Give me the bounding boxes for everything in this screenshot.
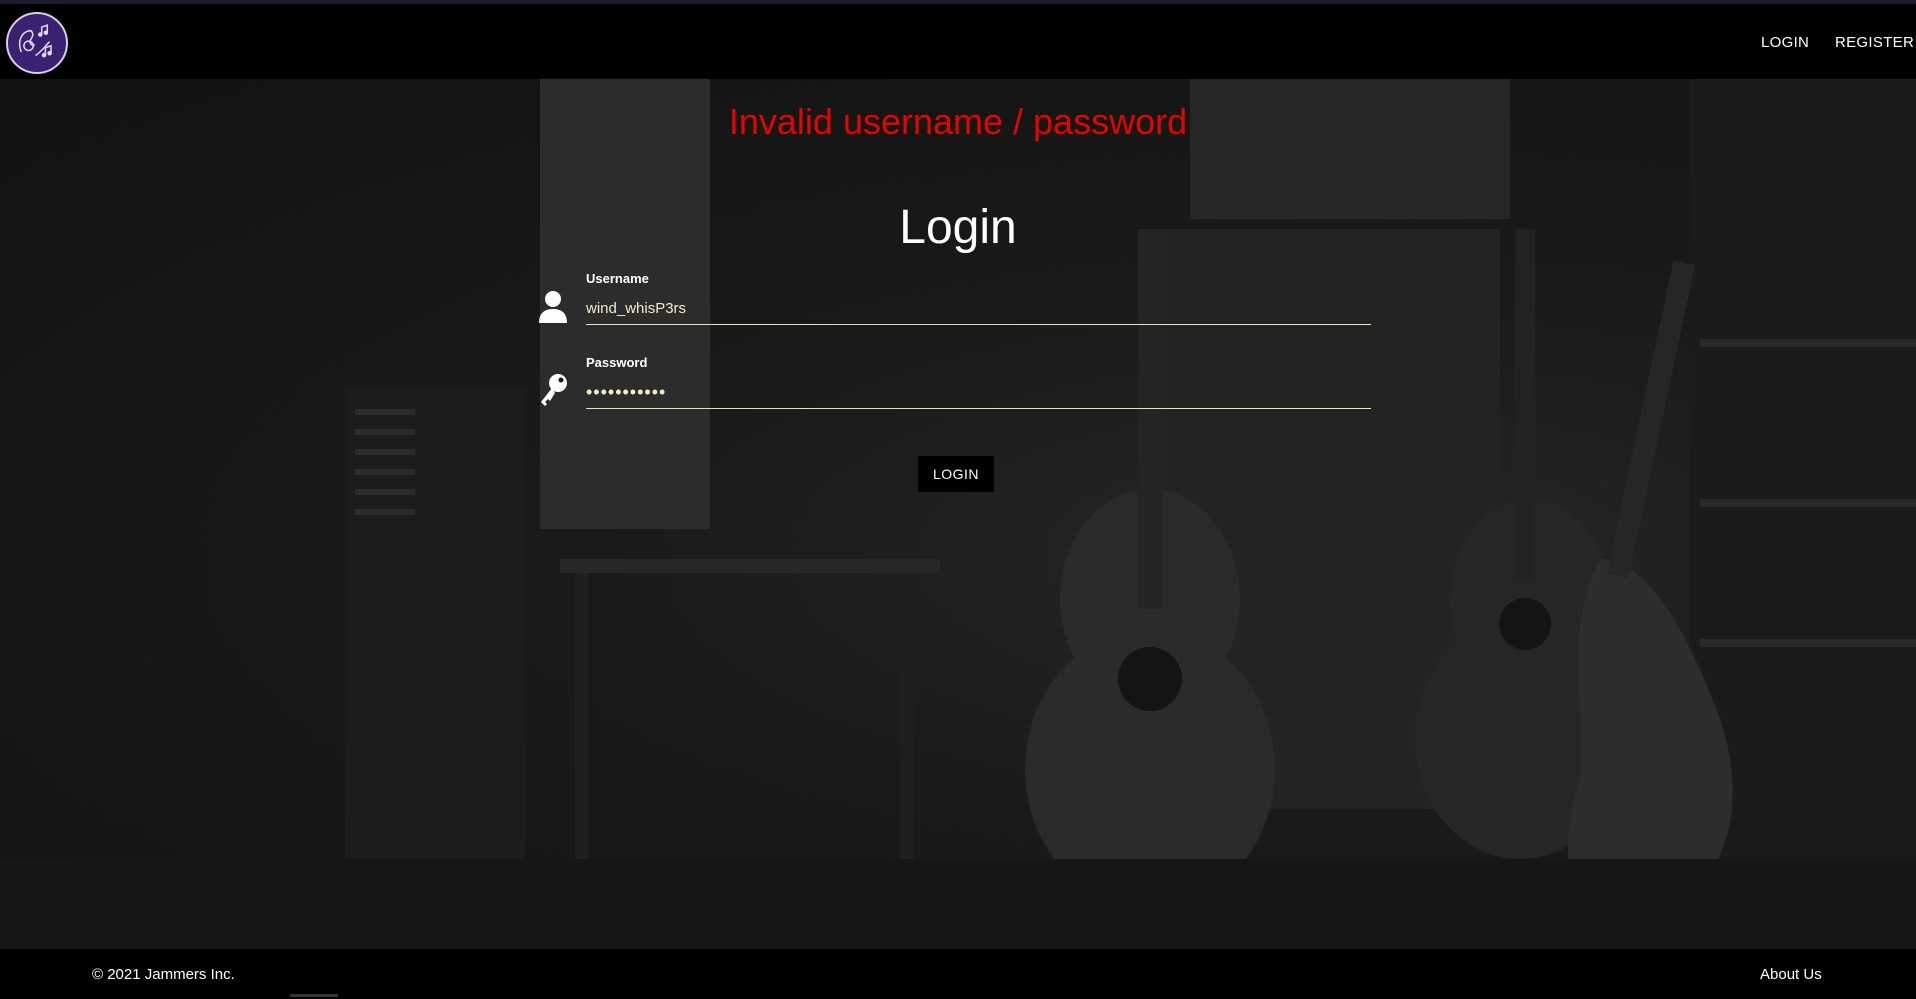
password-input[interactable] [586, 376, 1371, 409]
username-label: Username [586, 271, 649, 286]
key-icon [537, 372, 569, 408]
password-label: Password [586, 355, 648, 370]
copyright-text: © 2021 Jammers Inc. [92, 966, 235, 983]
page-title: Login [899, 201, 1017, 254]
nav-register-link[interactable]: REGISTER [1835, 34, 1914, 51]
navbar: LOGIN REGISTER [0, 4, 1916, 79]
login-error-message: Invalid username / password [728, 101, 1188, 142]
about-us-link[interactable]: About Us [1760, 966, 1822, 983]
footer: © 2021 Jammers Inc. About Us [0, 949, 1916, 999]
nav-login-link[interactable]: LOGIN [1761, 34, 1809, 51]
scroll-indicator [290, 994, 338, 997]
login-submit-button[interactable]: LOGIN [918, 456, 994, 492]
login-hero-background: Invalid username / password Login Userna… [0, 79, 1916, 949]
username-input[interactable] [586, 292, 1371, 325]
user-icon [537, 289, 569, 325]
music-hand-logo-icon[interactable] [6, 12, 68, 74]
